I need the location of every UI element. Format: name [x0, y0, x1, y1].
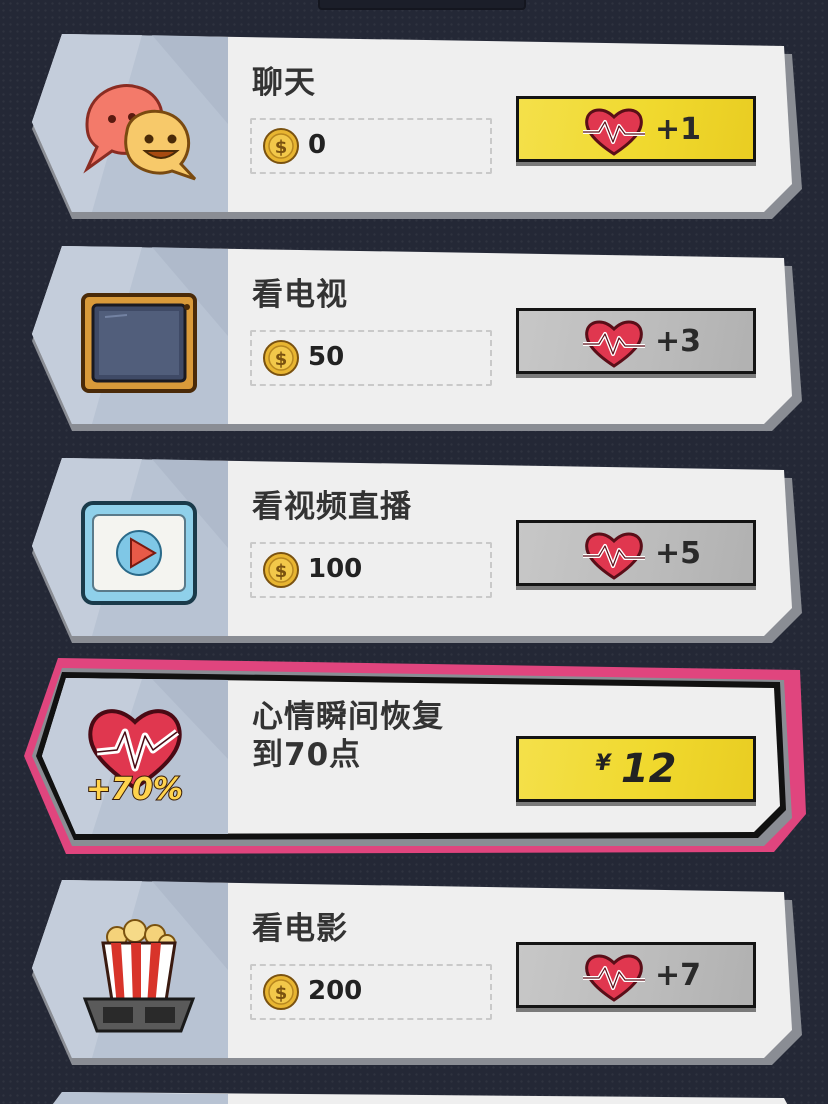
- activity-title: 聊天: [252, 65, 316, 101]
- svg-text:$: $: [275, 349, 288, 370]
- cost-value: 50: [308, 342, 345, 372]
- cost-value: 0: [308, 130, 327, 160]
- cost-value: 200: [308, 976, 363, 1006]
- top-tab-edge: [318, 0, 526, 10]
- cost-display: $ 50: [250, 330, 492, 386]
- svg-text:$: $: [275, 561, 288, 582]
- mood-reward-button[interactable]: +5: [516, 520, 756, 586]
- activity-card-next-partial: [32, 1092, 802, 1104]
- popcorn-glasses-icon: [77, 915, 202, 1040]
- heart-pulse-icon: [583, 108, 645, 156]
- svg-text:$: $: [275, 137, 288, 158]
- currency-symbol: ¥: [595, 750, 611, 776]
- activity-card-mood-restore: +70% 心情瞬间恢复 到70点 ¥ 12: [24, 658, 806, 854]
- reward-value: +7: [655, 958, 702, 993]
- television-icon: [77, 281, 202, 406]
- coin-icon: $: [263, 340, 299, 376]
- card-background: [53, 1092, 788, 1104]
- mood-reward-button[interactable]: +3: [516, 308, 756, 374]
- svg-text:$: $: [275, 983, 288, 1004]
- activity-card-movie: 看电影 $ 200 +7: [32, 880, 802, 1065]
- coin-icon: $: [263, 552, 299, 588]
- reward-value: +1: [655, 112, 702, 147]
- heart-pulse-icon: [583, 532, 645, 580]
- purchase-button[interactable]: ¥ 12: [516, 736, 756, 802]
- activity-title: 心情瞬间恢复 到70点: [252, 699, 444, 773]
- cost-value: 100: [308, 554, 363, 584]
- heart-pulse-icon: [583, 320, 645, 368]
- coin-icon: $: [263, 974, 299, 1010]
- mood-reward-button[interactable]: +7: [516, 942, 756, 1008]
- activity-card-tv: 看电视 $ 50 +3: [32, 246, 802, 431]
- heart-pulse-icon: [583, 954, 645, 1002]
- video-play-icon: [77, 493, 202, 618]
- chat-bubbles-icon: [77, 69, 202, 194]
- coin-icon: $: [263, 128, 299, 164]
- mood-reward-button[interactable]: +1: [516, 96, 756, 162]
- activity-card-live-stream: 看视频直播 $ 100 +5: [32, 458, 802, 643]
- cost-display: $ 200: [250, 964, 492, 1020]
- cost-display: $ 0: [250, 118, 492, 174]
- reward-value: +5: [655, 536, 702, 571]
- cost-display: $ 100: [250, 542, 492, 598]
- price-value: 12: [620, 746, 677, 792]
- activity-title: 看电视: [252, 277, 348, 313]
- reward-value: +3: [655, 324, 702, 359]
- activity-title: 看电影: [252, 911, 348, 947]
- activity-card-chat: 聊天 $ 0 +1: [32, 34, 802, 219]
- boost-badge: +70%: [85, 771, 184, 808]
- activity-title: 看视频直播: [252, 489, 412, 525]
